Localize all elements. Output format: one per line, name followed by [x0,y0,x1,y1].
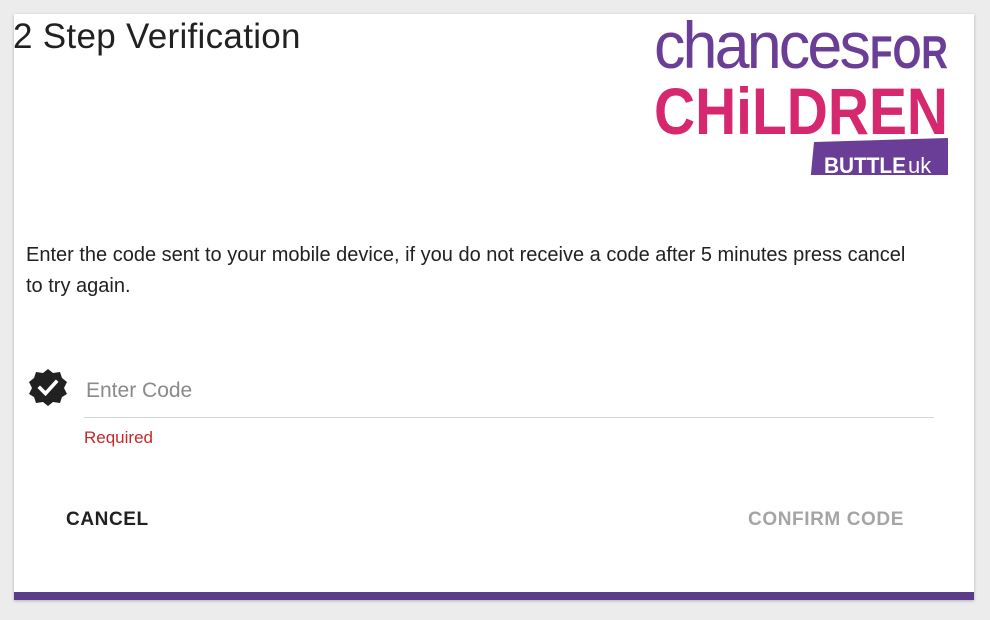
chances-for-children-logo: chances FOR CHiLDREN BUTTLE uk [654,10,948,175]
logo-text-chances: chances [654,10,869,82]
logo-text-children: CHiLDREN [654,74,948,148]
code-error-message: Required [84,428,153,447]
verified-badge-icon [29,369,67,406]
logo-text-for: FOR [870,26,948,78]
dialog-accent-bar [14,592,974,600]
confirm-code-button[interactable]: CONFIRM CODE [740,500,912,540]
dialog-title: 2 Step Verification [13,17,301,56]
code-input-underline [84,417,934,418]
logo-text-buttle: BUTTLE [824,153,906,175]
instructions-text: Enter the code sent to your mobile devic… [26,244,906,297]
logo-text-uk: uk [908,153,932,175]
cancel-button[interactable]: CANCEL [58,500,157,540]
code-input[interactable] [84,375,936,407]
